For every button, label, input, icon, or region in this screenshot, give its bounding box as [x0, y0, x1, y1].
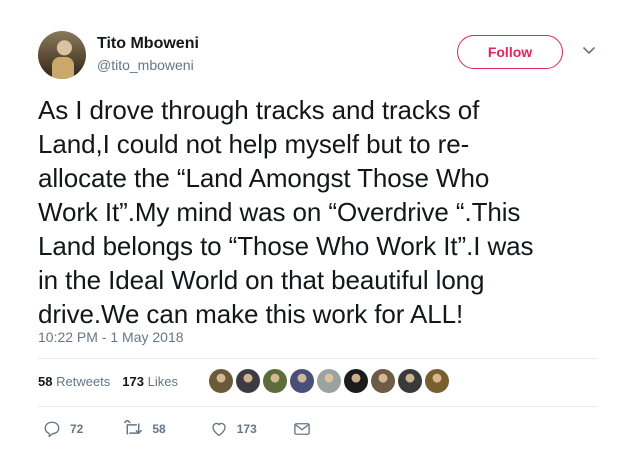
engagement-stats: 58 Retweets 173 Likes — [38, 374, 178, 389]
heart-icon — [212, 422, 226, 437]
liker-avatar-2[interactable] — [236, 369, 260, 393]
direct-message-button[interactable] — [293, 421, 311, 437]
liker-avatar-6[interactable] — [344, 369, 368, 393]
tweet-actions: 72 58 173 — [43, 420, 311, 438]
user-name[interactable]: Tito Mboweni — [97, 35, 199, 53]
tweet-card: Tito Mboweni @tito_mboweni Follow As I d… — [0, 0, 634, 463]
liker-avatar-5[interactable] — [317, 369, 341, 393]
retweets-stat-label: Retweets — [56, 374, 111, 389]
retweet-button[interactable]: 58 — [123, 420, 166, 438]
liker-avatars — [209, 369, 449, 393]
retweet-icon — [124, 420, 143, 435]
user-handle[interactable]: @tito_mboweni — [97, 57, 194, 73]
liker-avatar-4[interactable] — [290, 369, 314, 393]
likes-stat-count: 173 — [122, 374, 144, 389]
retweets-stat-count: 58 — [38, 374, 53, 389]
reply-count: 72 — [70, 422, 84, 436]
reply-button[interactable]: 72 — [43, 420, 83, 438]
likes-stat[interactable]: 173 Likes — [122, 374, 178, 389]
avatar[interactable] — [38, 31, 86, 79]
divider-bottom — [38, 406, 598, 407]
liker-avatar-7[interactable] — [371, 369, 395, 393]
follow-button[interactable]: Follow — [457, 35, 563, 69]
liker-avatar-1[interactable] — [209, 369, 233, 393]
chevron-down-icon[interactable] — [582, 46, 596, 56]
envelope-icon — [293, 423, 310, 435]
retweets-stat[interactable]: 58 Retweets — [38, 374, 110, 389]
tweet-text: As I drove through tracks and tracks of … — [38, 95, 534, 329]
reply-icon — [44, 421, 60, 438]
liker-avatar-8[interactable] — [398, 369, 422, 393]
liker-avatar-9[interactable] — [425, 369, 449, 393]
like-count: 173 — [236, 422, 257, 436]
retweet-count: 58 — [152, 422, 166, 436]
liker-avatar-3[interactable] — [263, 369, 287, 393]
likes-stat-label: Likes — [147, 374, 178, 389]
like-button[interactable]: 173 — [210, 420, 257, 438]
divider-top — [38, 358, 598, 359]
tweet-timestamp[interactable]: 10:22 PM - 1 May 2018 — [38, 329, 184, 345]
